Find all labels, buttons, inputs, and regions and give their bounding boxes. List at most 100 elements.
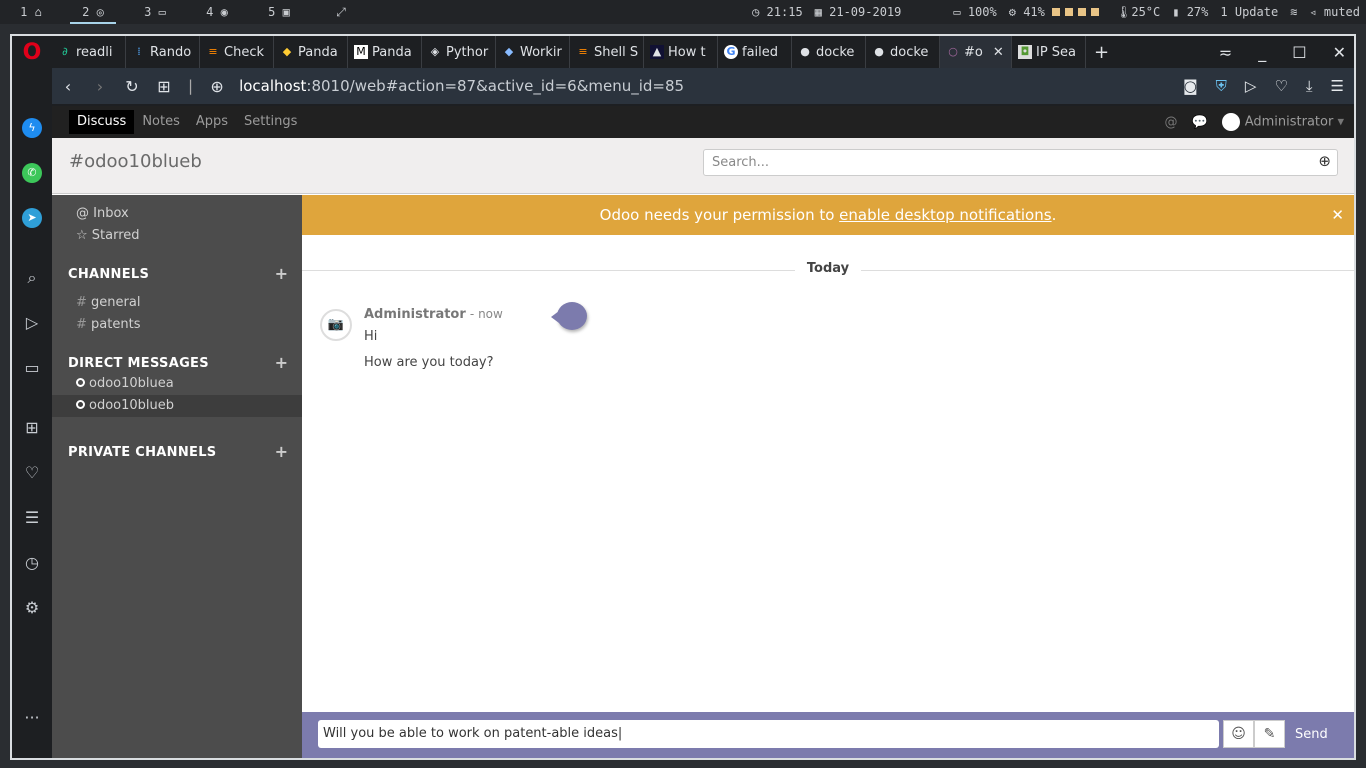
speed-dial-icon[interactable]: ⊞ [12, 418, 52, 437]
heart-icon[interactable]: ♡ [12, 463, 52, 482]
add-dm-button[interactable]: + [275, 353, 288, 372]
channel-patents[interactable]: # patents [76, 317, 140, 332]
adblock-icon[interactable]: ⛨ [1216, 77, 1227, 95]
messenger-icon[interactable]: ϟ [12, 116, 52, 138]
browser-window: O ∂ readli ⁞ Rando ≡ Check ◆ Panda M Panda ◈ P… [10, 34, 1356, 760]
telegram-icon[interactable]: ➤ [12, 206, 52, 228]
thread: Odoo needs your permission to enable des… [302, 195, 1354, 758]
volume[interactable]: ◃ muted [1309, 5, 1360, 19]
more-icon[interactable]: ··· [12, 708, 52, 727]
close-tab-icon[interactable]: ✕ [993, 45, 1004, 60]
search-input[interactable]: Search... ⊕ [703, 149, 1338, 176]
heart-icon[interactable]: ♡ [1274, 77, 1287, 95]
workspace-2[interactable]: 2 ◎ [62, 0, 124, 24]
workspace-1[interactable]: 1 ⌂ [0, 0, 62, 24]
download-icon[interactable]: ⤓ [1306, 77, 1313, 95]
tabs-grid-icon[interactable]: ⊞ [148, 77, 180, 96]
tab[interactable]: ◈ Pythor [422, 36, 496, 68]
tab[interactable]: ▲ How t [644, 36, 718, 68]
sidebar-item-starred[interactable]: ☆ Starred [76, 228, 140, 243]
folder-icon: ▭ [158, 5, 166, 19]
search-icon[interactable]: ⌕ [12, 268, 52, 288]
channels-heading[interactable]: CHANNELS [68, 267, 149, 282]
close-banner-icon[interactable]: ✕ [1331, 195, 1344, 235]
tab[interactable]: ◆ Workir [496, 36, 570, 68]
opera-logo-icon[interactable]: O [12, 40, 52, 65]
direct-messages-heading[interactable]: DIRECT MESSAGES [68, 356, 209, 371]
status-icon [76, 378, 85, 387]
mentions-icon[interactable]: @ [1165, 115, 1178, 130]
back-icon[interactable]: ‹ [52, 77, 84, 96]
send-icon[interactable]: ▷ [12, 313, 52, 332]
tab[interactable]: M Panda [348, 36, 422, 68]
search-icon[interactable]: ⊕ [1318, 152, 1331, 170]
attach-button[interactable]: ✎ [1254, 720, 1285, 748]
tab-menu-icon[interactable]: ≂ [1219, 43, 1232, 62]
terminal-icon: ▣ [282, 5, 290, 19]
add-private-channel-button[interactable]: + [275, 442, 288, 461]
send-button[interactable]: Send [1295, 727, 1328, 742]
system-bar: 1 ⌂ 2 ◎ 3 ▭ 4 ◉ 5 ▣ ⤢ ◷ 21:15 ▦ 21-09-20… [0, 0, 1366, 24]
tab-active[interactable]: ○ #o ✕ [940, 36, 1012, 68]
author-avatar[interactable]: 📷 [320, 309, 352, 341]
workspace-3[interactable]: 3 ▭ [124, 0, 186, 24]
github-icon: ● [800, 45, 810, 58]
tab[interactable]: ● docke [866, 36, 940, 68]
maximize-button[interactable]: ☐ [1292, 43, 1306, 62]
home-icon: ⌂ [34, 5, 42, 19]
forward-icon[interactable]: › [84, 77, 116, 96]
reload-icon[interactable]: ↻ [116, 77, 148, 96]
private-channels-heading[interactable]: PRIVATE CHANNELS [68, 445, 216, 460]
avatar [1221, 113, 1240, 131]
camera-icon[interactable]: ◙ [1183, 77, 1198, 95]
workspace-5[interactable]: 5 ▣ [248, 0, 310, 24]
emoji-button[interactable]: ☺ [1223, 720, 1254, 748]
tab[interactable]: ◘ IP Sea [1012, 36, 1086, 68]
tab-favicon-icon: ⁞ [137, 45, 141, 58]
tab[interactable]: ≡ Shell S [570, 36, 644, 68]
expand-icon[interactable]: ⤢ [310, 0, 372, 24]
nav-settings[interactable]: Settings [236, 110, 305, 134]
add-channel-button[interactable]: + [275, 264, 288, 283]
message-input[interactable]: Will you be able to work on patent-able … [318, 720, 1219, 748]
easy-setup-icon[interactable]: ☰ [1331, 77, 1344, 95]
odoo-page: Discuss Notes Apps Settings @ 💬 Administ… [52, 106, 1354, 758]
workspace-4[interactable]: 4 ◉ [186, 0, 248, 24]
enable-notifications-link[interactable]: enable desktop notifications [839, 206, 1051, 224]
wallet-icon[interactable]: ▭ [12, 358, 52, 377]
typing-bubble-icon [551, 302, 587, 330]
tab[interactable]: ● docke [792, 36, 866, 68]
user-menu[interactable]: Administrator ▾ [1221, 113, 1344, 131]
page-title: #odoo10blueb [69, 151, 202, 172]
control-panel: #odoo10blueb Search... ⊕ [52, 138, 1354, 194]
new-tab-button[interactable]: + [1086, 42, 1109, 63]
settings-icon[interactable]: ⚙ [12, 598, 52, 617]
tab[interactable]: Gfailed [718, 36, 792, 68]
send-icon[interactable]: ▷ [1245, 77, 1257, 95]
minimize-button[interactable]: _ [1258, 43, 1266, 62]
message-author[interactable]: Administrator [364, 307, 466, 322]
nav-notes[interactable]: Notes [134, 110, 188, 134]
dm-odoo10blueb[interactable]: odoo10blueb [52, 395, 302, 417]
history-icon[interactable]: ◷ [12, 553, 52, 572]
dm-odoo10bluea[interactable]: odoo10bluea [52, 373, 302, 395]
channel-general[interactable]: # general [76, 295, 140, 310]
sidebar-item-inbox[interactable]: @ Inbox [76, 206, 129, 221]
tab-favicon-icon: ∂ [62, 45, 68, 58]
whatsapp-icon[interactable]: ✆ [12, 161, 52, 183]
chat-icon[interactable]: 💬 [1192, 115, 1208, 130]
tab[interactable]: ⁞ Rando [126, 36, 200, 68]
updates[interactable]: 1 Update [1220, 5, 1278, 19]
tab[interactable]: ◆ Panda [274, 36, 348, 68]
stackoverflow-icon: ≡ [578, 45, 588, 58]
close-window-button[interactable]: ✕ [1333, 43, 1346, 62]
url-field[interactable]: localhost:8010/web#action=87&active_id=6… [239, 77, 684, 95]
wifi-icon: ≋ [1290, 5, 1298, 19]
python-icon: ◆ [282, 45, 292, 58]
news-icon[interactable]: ☰ [12, 508, 52, 527]
tab[interactable]: ≡ Check [200, 36, 274, 68]
message-line: How are you today? [364, 355, 494, 370]
nav-apps[interactable]: Apps [188, 110, 236, 134]
nav-discuss[interactable]: Discuss [69, 110, 135, 134]
tab[interactable]: ∂ readli [52, 36, 126, 68]
